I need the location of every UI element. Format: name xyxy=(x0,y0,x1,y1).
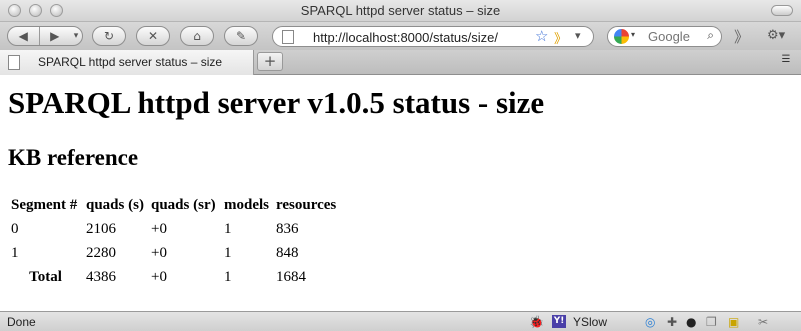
section-heading: KB reference xyxy=(8,145,139,170)
table-header-row: Segment # quads (s) quads (sr) models re… xyxy=(8,193,361,217)
table-cell: 848 xyxy=(276,244,299,261)
new-tab-button[interactable]: + xyxy=(257,52,283,71)
address-bar[interactable]: http://localhost:8000/status/size/ ☆ 》 ▾ xyxy=(272,26,594,47)
url-text[interactable]: http://localhost:8000/status/size/ xyxy=(313,30,498,45)
addon-note-icon[interactable]: ▣ xyxy=(728,315,739,329)
yslow-label[interactable]: YSlow xyxy=(573,315,607,329)
column-header: resources xyxy=(276,196,337,213)
status-bar: Done 🐞 Y! YSlow ◎ ✚ ● ❐ ▣ ✂ xyxy=(0,311,801,331)
table-row: 1 2280 +0 1 848 xyxy=(8,241,361,265)
forward-button[interactable]: ▶ xyxy=(40,29,71,43)
addon-circle-icon[interactable]: ● xyxy=(686,315,696,329)
total-label: Total xyxy=(29,268,62,285)
table-cell: +0 xyxy=(151,220,167,237)
stop-button[interactable]: ✕ xyxy=(136,26,170,46)
table-cell: 1684 xyxy=(276,268,306,285)
tab-list-icon[interactable]: ☰ xyxy=(777,54,795,69)
table-cell: 836 xyxy=(276,220,299,237)
page-icon xyxy=(8,55,20,70)
tab-strip: SPARQL httpd server status – size + ☰ xyxy=(0,50,801,75)
column-header: models xyxy=(224,196,269,213)
url-history-dropdown-icon[interactable]: ▾ xyxy=(575,29,581,42)
table-cell: +0 xyxy=(151,268,167,285)
page-icon xyxy=(282,30,294,44)
column-header: quads (s) xyxy=(86,196,144,213)
table-cell: 2280 xyxy=(86,244,116,261)
reload-button[interactable]: ↻ xyxy=(92,26,126,46)
search-engine-dropdown-icon[interactable]: ▾ xyxy=(631,30,635,39)
page-content: SPARQL httpd server v1.0.5 status - size… xyxy=(0,75,801,311)
back-button[interactable]: ◀ xyxy=(8,29,39,43)
window-title: SPARQL httpd server status – size xyxy=(300,3,501,18)
addon-window-icon[interactable]: ❐ xyxy=(706,315,717,329)
table-cell: 4386 xyxy=(86,268,116,285)
back-forward-buttons: ◀ ▶ ▾ xyxy=(7,26,83,46)
history-dropdown-icon[interactable]: ▾ xyxy=(70,31,82,41)
evernote-button[interactable]: ✎ xyxy=(224,26,258,46)
table-cell: 1 xyxy=(224,220,232,237)
table-cell: 1 xyxy=(224,268,232,285)
status-text: Done xyxy=(7,315,36,329)
yslow-icon[interactable]: Y! xyxy=(552,315,566,328)
tab-title: SPARQL httpd server status – size xyxy=(38,55,223,69)
table-cell: 1 xyxy=(11,244,19,261)
table-cell: +0 xyxy=(151,244,167,261)
table-cell: 0 xyxy=(11,220,19,237)
column-header: Segment # xyxy=(11,196,78,213)
addon-scissors-icon[interactable]: ✂ xyxy=(758,315,768,329)
gear-icon[interactable]: ⚙▾ xyxy=(767,28,785,43)
toolbar-toggle-button[interactable] xyxy=(771,5,793,16)
size-table: Segment # quads (s) quads (sr) models re… xyxy=(8,193,361,289)
rss-feed-icon[interactable]: 》 xyxy=(554,28,567,47)
firebug-icon[interactable]: 🐞 xyxy=(529,315,544,329)
addon-plus-icon[interactable]: ✚ xyxy=(667,315,677,329)
window-titlebar: SPARQL httpd server status – size xyxy=(0,0,801,22)
column-header: quads (sr) xyxy=(151,196,216,213)
bookmark-star-icon[interactable]: ☆ xyxy=(535,27,548,45)
navigation-toolbar: ◀ ▶ ▾ ↻ ✕ ⌂ ✎ http://localhost:8000/stat… xyxy=(0,22,801,50)
home-button[interactable]: ⌂ xyxy=(180,26,214,46)
search-icon[interactable]: ⌕ xyxy=(707,28,714,43)
table-cell: 2106 xyxy=(86,220,116,237)
search-input[interactable] xyxy=(648,29,698,44)
search-bar: ▾ ⌕ xyxy=(607,26,722,47)
more-tools-icon[interactable]: 》 xyxy=(734,26,749,47)
google-icon[interactable] xyxy=(614,29,629,44)
addon-globe-icon[interactable]: ◎ xyxy=(645,315,655,329)
tab-sparql-status[interactable]: SPARQL httpd server status – size xyxy=(0,50,254,75)
table-cell: 1 xyxy=(224,244,232,261)
page-title: SPARQL httpd server v1.0.5 status - size xyxy=(8,85,545,120)
table-row: 0 2106 +0 1 836 xyxy=(8,217,361,241)
table-total-row: Total 4386 +0 1 1684 xyxy=(8,265,361,289)
